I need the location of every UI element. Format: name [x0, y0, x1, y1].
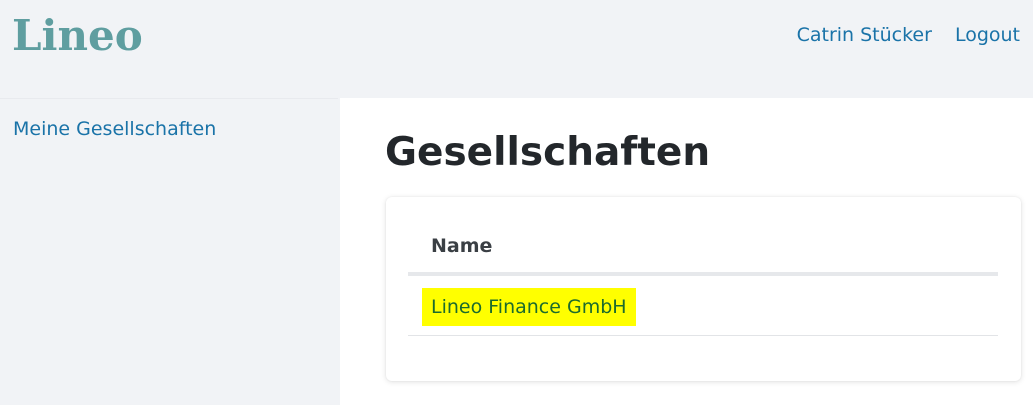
- main-content: Gesellschaften Name Lineo Finance GmbH: [340, 98, 1033, 405]
- user-profile-link[interactable]: Catrin Stücker: [797, 21, 932, 49]
- sidebar: Meine Gesellschaften: [0, 98, 338, 405]
- top-header: Lineo Catrin Stücker Logout: [0, 0, 1033, 96]
- page-title: Gesellschaften: [385, 130, 711, 175]
- table-row: Lineo Finance GmbH: [408, 276, 998, 336]
- logout-link[interactable]: Logout: [955, 21, 1020, 49]
- company-link[interactable]: Lineo Finance GmbH: [422, 288, 636, 326]
- table-header-name: Name: [408, 221, 998, 276]
- companies-card: Name Lineo Finance GmbH: [386, 197, 1021, 381]
- header-nav: Catrin Stücker Logout: [797, 21, 1020, 49]
- app-logo[interactable]: Lineo: [12, 10, 143, 62]
- companies-table: Name Lineo Finance GmbH: [408, 221, 998, 336]
- sidebar-item-my-companies[interactable]: Meine Gesellschaften: [13, 116, 216, 142]
